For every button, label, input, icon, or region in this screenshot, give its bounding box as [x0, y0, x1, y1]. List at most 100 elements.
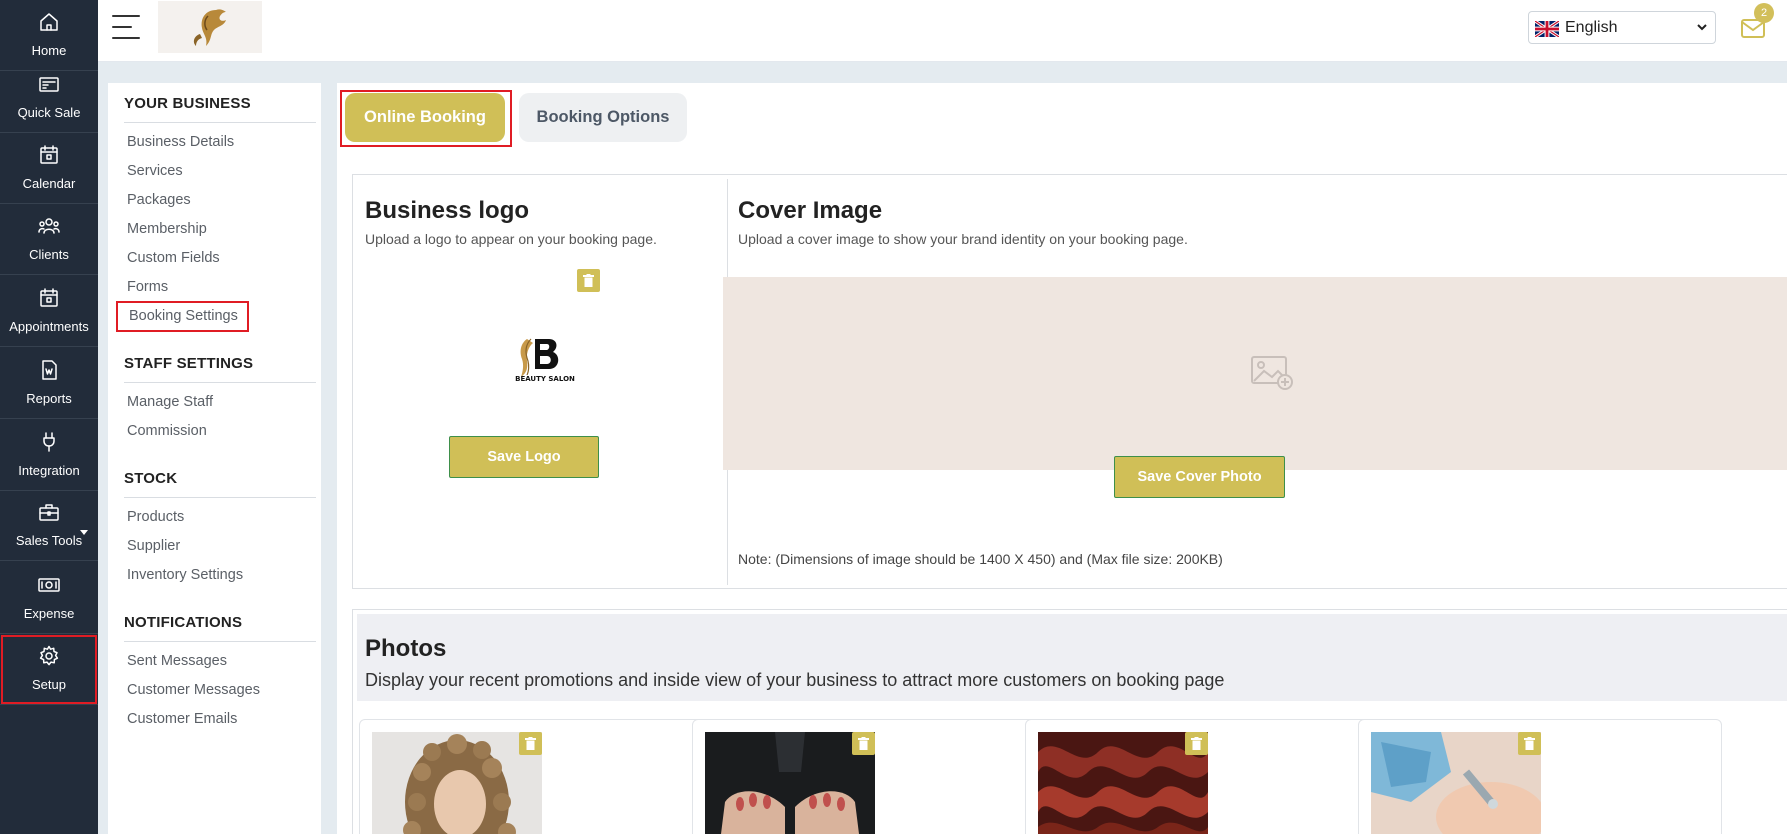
- beauty-salon-logo: BEAUTY SALON: [515, 338, 575, 383]
- delete-photo-button[interactable]: [852, 732, 875, 755]
- photo-curly-hair-woman: [372, 732, 542, 834]
- nav-item-integration[interactable]: Integration: [0, 420, 98, 491]
- photos-description: Display your recent promotions and insid…: [365, 670, 1225, 690]
- business-logo-image: BEAUTY SALON: [513, 335, 577, 391]
- delete-logo-button[interactable]: [577, 269, 600, 292]
- nav-label-clients: Clients: [29, 247, 69, 262]
- nav-item-calendar[interactable]: Calendar: [0, 133, 98, 204]
- cover-image-title: Cover Image: [738, 197, 883, 224]
- nav-item-home[interactable]: Home: [0, 0, 98, 71]
- photo-manicured-hands: [705, 732, 875, 834]
- menu-link-custom-fields[interactable]: Custom Fields: [127, 250, 220, 266]
- photo-wavy-red-hair: [1038, 732, 1208, 834]
- report-icon: [42, 360, 57, 380]
- menu-link-customer-messages[interactable]: Customer Messages: [127, 682, 260, 698]
- save-logo-button[interactable]: Save Logo: [449, 436, 599, 478]
- main-content: Online Booking Booking Options Business …: [337, 83, 1787, 834]
- section-divider: [124, 122, 316, 123]
- menu-link-forms[interactable]: Forms: [127, 279, 168, 295]
- photo-card: [692, 719, 1056, 834]
- language-value: English: [1565, 19, 1618, 36]
- trash-icon: [858, 737, 869, 750]
- cover-image-note: Note: (Dimensions of image should be 140…: [738, 551, 1223, 567]
- trash-icon: [1191, 737, 1202, 750]
- chevron-down-icon: [1697, 24, 1707, 31]
- delete-photo-button[interactable]: [1185, 732, 1208, 755]
- calendar-icon: [40, 145, 58, 164]
- plug-icon: [43, 432, 55, 452]
- save-cover-photo-button[interactable]: Save Cover Photo: [1114, 456, 1285, 498]
- delete-photo-button[interactable]: [519, 732, 542, 755]
- svg-text:BEAUTY SALON: BEAUTY SALON: [515, 375, 575, 383]
- business-logo-title: Business logo: [365, 197, 530, 224]
- photos-card: Photos Display your recent promotions an…: [352, 609, 1787, 834]
- nav-label-setup: Setup: [32, 677, 66, 692]
- menu-link-membership[interactable]: Membership: [127, 221, 207, 237]
- section-divider: [124, 641, 316, 642]
- add-image-icon: [1251, 356, 1293, 390]
- photos-header: Photos Display your recent promotions an…: [357, 614, 1787, 701]
- mail-count-badge: 2: [1754, 3, 1774, 23]
- photo-card: [359, 719, 723, 834]
- calendar-check-icon: [40, 288, 58, 307]
- trash-icon: [583, 274, 594, 287]
- nav-label-integration: Integration: [18, 463, 80, 478]
- logo-and-cover-card: Business logo Upload a logo to appear on…: [352, 174, 1787, 589]
- nav-label-reports: Reports: [26, 391, 72, 406]
- menu-link-packages[interactable]: Packages: [127, 192, 191, 208]
- nav-item-sales-tools[interactable]: Sales Tools: [0, 490, 98, 561]
- nav-label-quick-sale: Quick Sale: [17, 105, 81, 120]
- cover-image-upload-area[interactable]: [723, 277, 1787, 470]
- business-logo-description: Upload a logo to appear on your booking …: [365, 231, 657, 247]
- section-heading-notifications: NOTIFICATIONS: [124, 614, 243, 631]
- receipt-icon: [39, 77, 59, 92]
- nav-item-setup[interactable]: Setup: [0, 634, 98, 705]
- trash-icon: [1524, 737, 1535, 750]
- brand-logo[interactable]: [158, 1, 262, 53]
- menu-link-products[interactable]: Products: [127, 509, 184, 525]
- language-select[interactable]: English: [1528, 11, 1716, 44]
- menu-link-supplier[interactable]: Supplier: [127, 538, 180, 554]
- tab-booking-options[interactable]: Booking Options: [519, 93, 687, 142]
- briefcase-icon: [39, 504, 59, 521]
- delete-photo-button[interactable]: [1518, 732, 1541, 755]
- photo-card: [1025, 719, 1389, 834]
- menu-link-inventory-settings[interactable]: Inventory Settings: [127, 567, 243, 583]
- menu-link-services[interactable]: Services: [127, 163, 183, 179]
- section-heading-your-business: YOUR BUSINESS: [124, 95, 251, 112]
- gear-icon: [39, 645, 59, 666]
- menu-toggle-button[interactable]: [112, 15, 142, 39]
- photos-title: Photos: [365, 635, 447, 662]
- menu-link-booking-settings[interactable]: Booking Settings: [116, 301, 249, 332]
- cash-icon: [38, 578, 60, 592]
- menu-link-sent-messages[interactable]: Sent Messages: [127, 653, 227, 669]
- brand-logo-image: [193, 9, 226, 46]
- nav-label-expense: Expense: [23, 606, 75, 621]
- section-heading-stock: STOCK: [124, 470, 178, 487]
- nav-label-appointments: Appointments: [9, 319, 89, 334]
- cover-image-description: Upload a cover image to show your brand …: [738, 231, 1188, 247]
- section-divider: [124, 382, 316, 383]
- menu-link-commission[interactable]: Commission: [127, 423, 207, 439]
- nav-item-expense[interactable]: Expense: [0, 563, 98, 634]
- nav-item-reports[interactable]: Reports: [0, 348, 98, 419]
- nav-item-quick-sale[interactable]: Quick Sale: [0, 62, 98, 133]
- menu-link-customer-emails[interactable]: Customer Emails: [127, 711, 237, 727]
- main-navigation: Home Quick Sale Calendar Clients Appoint…: [0, 0, 98, 834]
- messages-button[interactable]: 2: [1740, 3, 1774, 43]
- sales-tools-dropdown-caret[interactable]: [80, 530, 88, 535]
- trash-icon: [525, 737, 536, 750]
- nav-label-calendar: Calendar: [22, 176, 76, 191]
- menu-link-manage-staff[interactable]: Manage Staff: [127, 394, 213, 410]
- nav-label-home: Home: [31, 43, 67, 58]
- settings-menu: YOUR BUSINESS Business Details Services …: [108, 83, 321, 834]
- tab-online-booking[interactable]: Online Booking: [345, 93, 505, 142]
- nav-item-clients[interactable]: Clients: [0, 204, 98, 275]
- photo-card: [1358, 719, 1722, 834]
- menu-link-business-details[interactable]: Business Details: [127, 134, 234, 150]
- uk-flag-icon: [1535, 21, 1559, 37]
- users-icon: [38, 218, 60, 234]
- nav-item-appointments[interactable]: Appointments: [0, 276, 98, 347]
- top-bar: English 2: [98, 0, 1787, 62]
- section-divider: [124, 497, 316, 498]
